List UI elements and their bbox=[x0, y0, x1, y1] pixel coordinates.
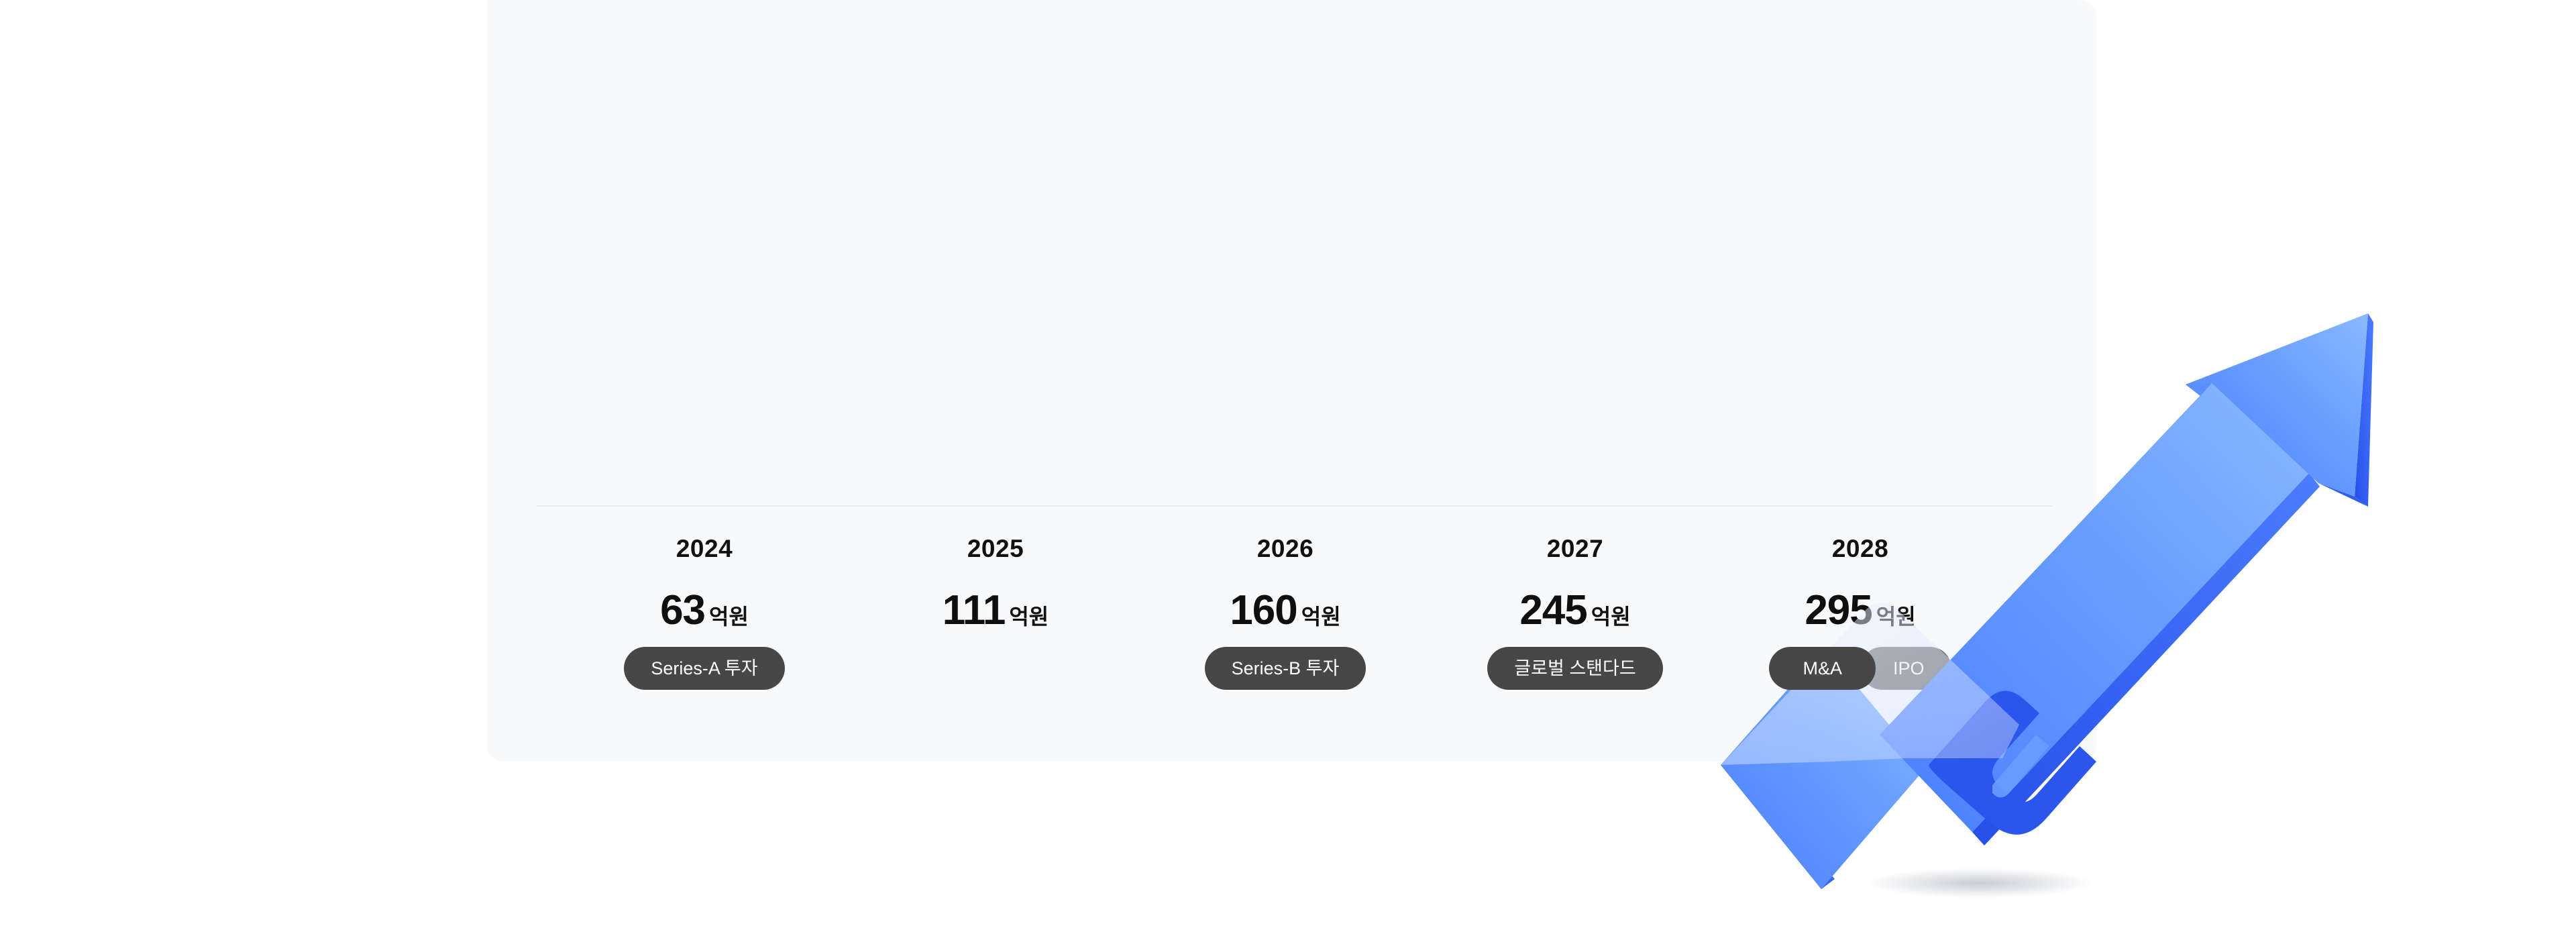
growth-roadmap-section: 2024 63 억원 Series-A 투자 2025 111 억원 2026 … bbox=[0, 0, 2576, 926]
milestone-year: 2026 bbox=[1256, 535, 1314, 562]
milestone-badge-mna: M&A bbox=[1769, 647, 1876, 690]
milestone-badges: M&A IPO bbox=[1769, 647, 1951, 690]
milestone-amount: 295 bbox=[1805, 587, 1872, 633]
milestone-unit: 억원 bbox=[1009, 605, 1049, 629]
milestone-2024: 2024 63 억원 Series-A 투자 bbox=[584, 530, 825, 690]
milestone-2026: 2026 160 억원 Series-B 투자 bbox=[1165, 530, 1406, 690]
milestone-revenue: 111 억원 bbox=[943, 586, 1049, 635]
milestone-amount: 111 bbox=[942, 587, 1006, 633]
milestone-2027: 2027 245 억원 글로벌 스탠다드 bbox=[1454, 530, 1696, 690]
milestone-badge: Series-A 투자 bbox=[624, 647, 785, 690]
milestone-badges: Series-A 투자 bbox=[624, 647, 785, 690]
milestone-badges: Series-B 투자 bbox=[1204, 647, 1366, 690]
milestone-2028: 2028 295 억원 M&A IPO bbox=[1739, 530, 1981, 690]
milestone-revenue: 245 억원 bbox=[1519, 586, 1630, 635]
milestone-badge: 글로벌 스탠다드 bbox=[1487, 647, 1663, 690]
milestone-year: 2028 bbox=[1831, 535, 1889, 562]
milestone-amount: 245 bbox=[1519, 587, 1587, 633]
milestone-revenue: 160 억원 bbox=[1230, 586, 1340, 635]
milestone-year: 2025 bbox=[967, 535, 1024, 562]
milestone-revenue: 63 억원 bbox=[660, 586, 749, 635]
milestone-unit: 억원 bbox=[1876, 605, 1916, 629]
milestone-amount: 160 bbox=[1230, 587, 1297, 633]
milestone-year: 2024 bbox=[676, 535, 733, 562]
milestone-revenue: 295 억원 bbox=[1805, 586, 1915, 635]
milestone-badges: 글로벌 스탠다드 bbox=[1487, 647, 1663, 690]
milestone-unit: 억원 bbox=[1301, 605, 1341, 629]
milestone-year: 2027 bbox=[1546, 535, 1604, 562]
milestone-unit: 억원 bbox=[709, 605, 749, 629]
milestone-badge: Series-B 투자 bbox=[1204, 647, 1366, 690]
roadmap-divider bbox=[537, 505, 2053, 507]
milestone-amount: 63 bbox=[660, 587, 706, 633]
milestone-2025: 2025 111 억원 bbox=[875, 530, 1116, 690]
milestone-unit: 억원 bbox=[1591, 605, 1631, 629]
